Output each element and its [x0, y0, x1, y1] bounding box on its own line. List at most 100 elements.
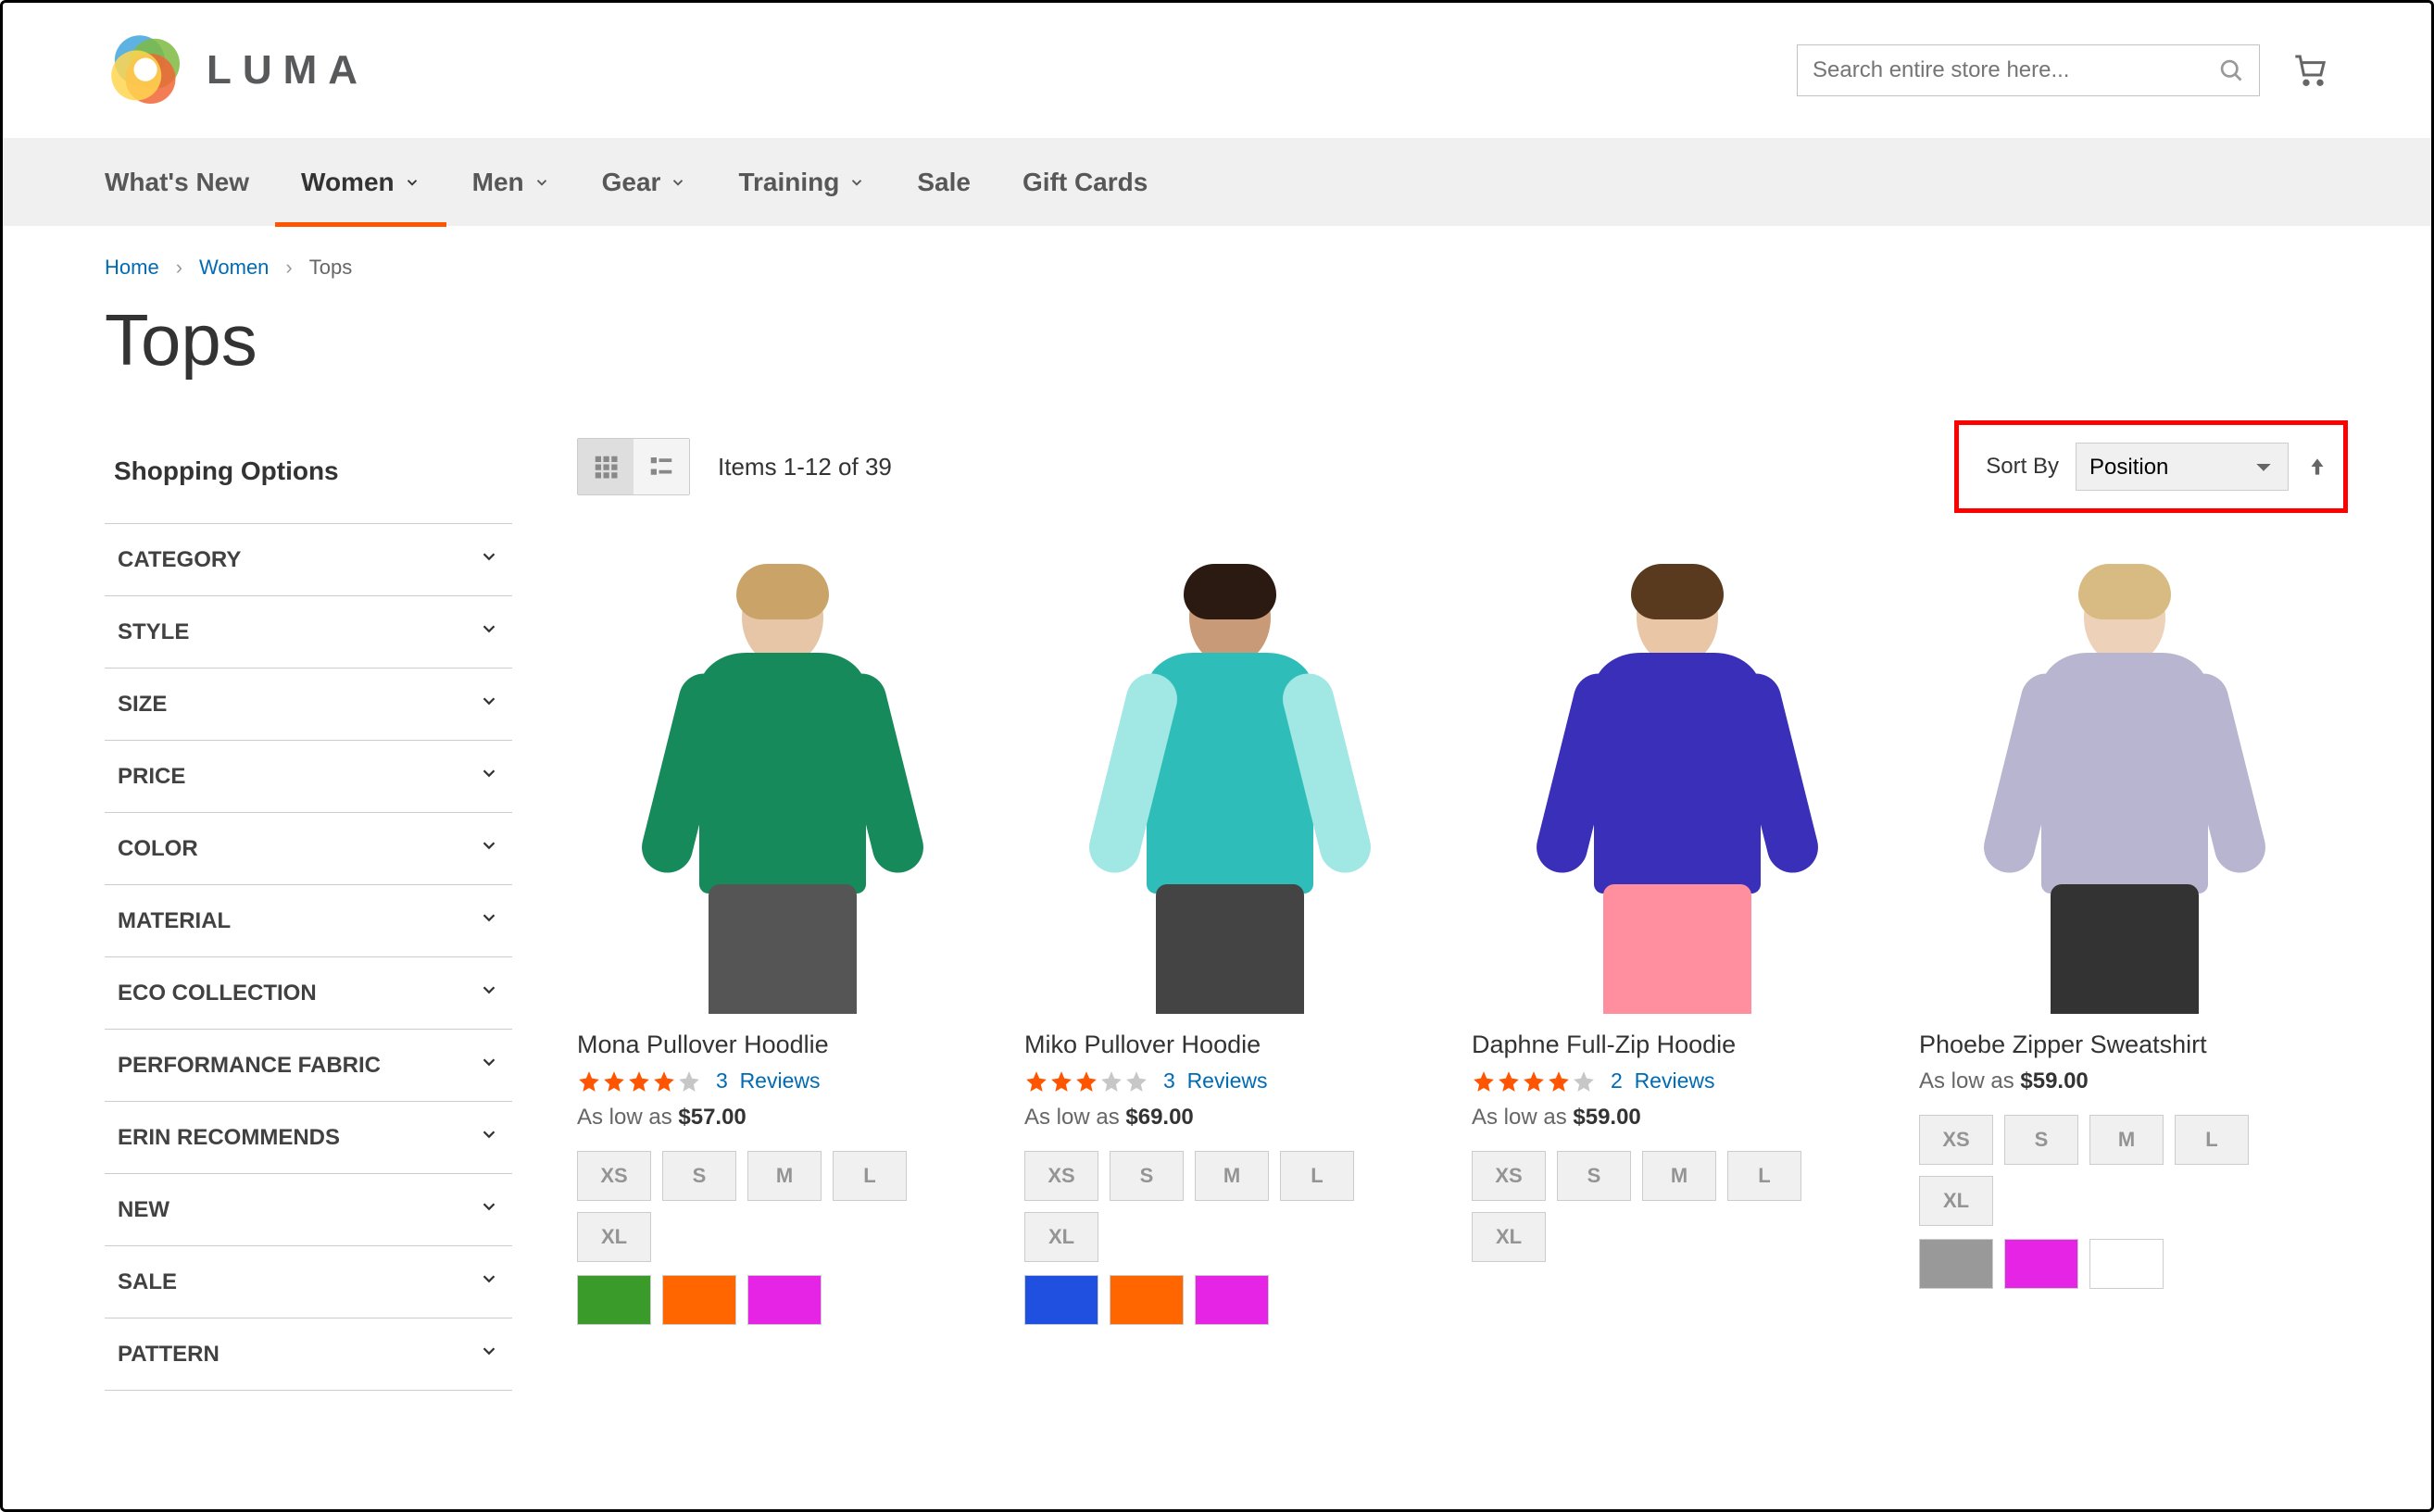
color-swatch[interactable]	[1919, 1239, 1993, 1289]
size-swatch[interactable]: XS	[1919, 1115, 1993, 1165]
page-title: Tops	[3, 280, 2431, 410]
nav-item-training[interactable]: Training	[712, 138, 891, 226]
size-swatch[interactable]: S	[662, 1151, 736, 1201]
product-name[interactable]: Daphne Full-Zip Hoodie	[1472, 1014, 1882, 1068]
size-swatch[interactable]: S	[1557, 1151, 1631, 1201]
size-swatch[interactable]: XL	[1472, 1212, 1546, 1262]
product-name[interactable]: Phoebe Zipper Sweatshirt	[1919, 1014, 2329, 1068]
color-swatch[interactable]	[1024, 1275, 1098, 1325]
nav-item-women[interactable]: Women	[275, 138, 446, 226]
chevron-down-icon	[479, 1268, 499, 1295]
color-swatch[interactable]	[577, 1275, 651, 1325]
chevron-down-icon	[670, 174, 686, 191]
chevron-down-icon	[404, 174, 420, 191]
size-swatch[interactable]: M	[1195, 1151, 1269, 1201]
toolbar: Items 1-12 of 39 Sort By Position	[577, 410, 2329, 523]
chevron-down-icon	[479, 835, 499, 862]
product-image[interactable]	[1919, 542, 2329, 1014]
color-swatches	[1919, 1239, 2329, 1302]
list-view-button[interactable]	[634, 439, 689, 494]
size-swatch[interactable]: M	[747, 1151, 822, 1201]
sort-select[interactable]: Position	[2076, 443, 2289, 491]
logo-text: LUMA	[207, 47, 369, 94]
size-swatch[interactable]: XL	[577, 1212, 651, 1262]
chevron-down-icon	[479, 1052, 499, 1079]
search-input[interactable]	[1813, 57, 2218, 83]
nav-item-gift-cards[interactable]: Gift Cards	[997, 138, 1173, 226]
nav-item-label: What's New	[105, 168, 249, 197]
price: As low as $59.00	[1472, 1105, 1882, 1151]
color-swatch[interactable]	[1195, 1275, 1269, 1325]
color-swatches	[577, 1275, 987, 1338]
search-icon[interactable]	[2218, 57, 2244, 83]
nav-item-sale[interactable]: Sale	[891, 138, 997, 226]
size-swatch[interactable]: XS	[1472, 1151, 1546, 1201]
nav-item-label: Gift Cards	[1023, 168, 1148, 197]
size-swatch[interactable]: XS	[1024, 1151, 1098, 1201]
product-card: Daphne Full-Zip Hoodie 2 Reviews As low …	[1472, 542, 1882, 1338]
color-swatch[interactable]	[662, 1275, 736, 1325]
filter-erin-recommends[interactable]: ERIN RECOMMENDS	[105, 1101, 512, 1173]
sidebar-title: Shopping Options	[105, 438, 512, 523]
filter-label: ECO COLLECTION	[118, 981, 317, 1006]
filter-pattern[interactable]: PATTERN	[105, 1318, 512, 1391]
size-swatch[interactable]: XL	[1024, 1212, 1098, 1262]
main-nav: What's New WomenMenGearTrainingSale Gift C…	[3, 138, 2431, 226]
product-name[interactable]: Miko Pullover Hoodie	[1024, 1014, 1435, 1068]
chevron-down-icon	[479, 1341, 499, 1368]
color-swatch[interactable]	[2004, 1239, 2078, 1289]
product-image[interactable]	[1024, 542, 1435, 1014]
size-swatch[interactable]: L	[1280, 1151, 1354, 1201]
chevron-down-icon	[533, 174, 550, 191]
size-swatch[interactable]: L	[1727, 1151, 1801, 1201]
size-swatch[interactable]: M	[1642, 1151, 1716, 1201]
filter-category[interactable]: CATEGORY	[105, 523, 512, 595]
crumb-home[interactable]: Home	[105, 256, 159, 280]
sort-direction-button[interactable]	[2305, 455, 2329, 479]
reviews-link[interactable]: 3 Reviews	[716, 1068, 820, 1093]
color-swatch[interactable]	[1110, 1275, 1184, 1325]
reviews-link[interactable]: 3 Reviews	[1163, 1068, 1267, 1093]
nav-item-gear[interactable]: Gear	[576, 138, 713, 226]
size-swatch[interactable]: XS	[577, 1151, 651, 1201]
item-count: Items 1-12 of 39	[718, 453, 892, 481]
product-image[interactable]	[577, 542, 987, 1014]
search-box[interactable]	[1797, 44, 2260, 96]
size-swatch[interactable]: S	[2004, 1115, 2078, 1165]
product-image[interactable]	[1472, 542, 1882, 1014]
size-swatch[interactable]: L	[833, 1151, 907, 1201]
filter-material[interactable]: MATERIAL	[105, 884, 512, 956]
reviews-link[interactable]: 2 Reviews	[1611, 1068, 1714, 1093]
filter-label: SIZE	[118, 692, 167, 718]
crumb-women[interactable]: Women	[199, 256, 269, 280]
sort-label: Sort By	[1986, 454, 2059, 480]
filter-label: CATEGORY	[118, 547, 241, 573]
logo[interactable]: LUMA	[105, 29, 369, 112]
filter-price[interactable]: PRICE	[105, 740, 512, 812]
filter-color[interactable]: COLOR	[105, 812, 512, 884]
filter-performance-fabric[interactable]: PERFORMANCE FABRIC	[105, 1029, 512, 1101]
rating-stars	[1472, 1069, 1596, 1093]
filter-size[interactable]: SIZE	[105, 668, 512, 740]
page-header: LUMA	[3, 3, 2431, 138]
filter-new[interactable]: NEW	[105, 1173, 512, 1245]
product-name[interactable]: Mona Pullover Hoodlie	[577, 1014, 987, 1068]
filter-label: ERIN RECOMMENDS	[118, 1125, 340, 1151]
size-swatch[interactable]: M	[2089, 1115, 2164, 1165]
cart-icon[interactable]	[2292, 52, 2329, 89]
size-swatch[interactable]: S	[1110, 1151, 1184, 1201]
grid-view-button[interactable]	[578, 439, 634, 494]
filter-eco-collection[interactable]: ECO COLLECTION	[105, 956, 512, 1029]
product-card: Miko Pullover Hoodie 3 Reviews As low as…	[1024, 542, 1435, 1338]
color-swatch[interactable]	[2089, 1239, 2164, 1289]
size-swatch[interactable]: XL	[1919, 1176, 1993, 1226]
size-swatch[interactable]: L	[2175, 1115, 2249, 1165]
nav-item-what-s-new[interactable]: What's New	[105, 138, 275, 226]
color-swatch[interactable]	[747, 1275, 822, 1325]
color-swatches	[1024, 1275, 1435, 1338]
filter-sale[interactable]: SALE	[105, 1245, 512, 1318]
chevron-down-icon	[479, 546, 499, 573]
filter-style[interactable]: STYLE	[105, 595, 512, 668]
filter-label: COLOR	[118, 836, 198, 862]
nav-item-men[interactable]: Men	[446, 138, 576, 226]
